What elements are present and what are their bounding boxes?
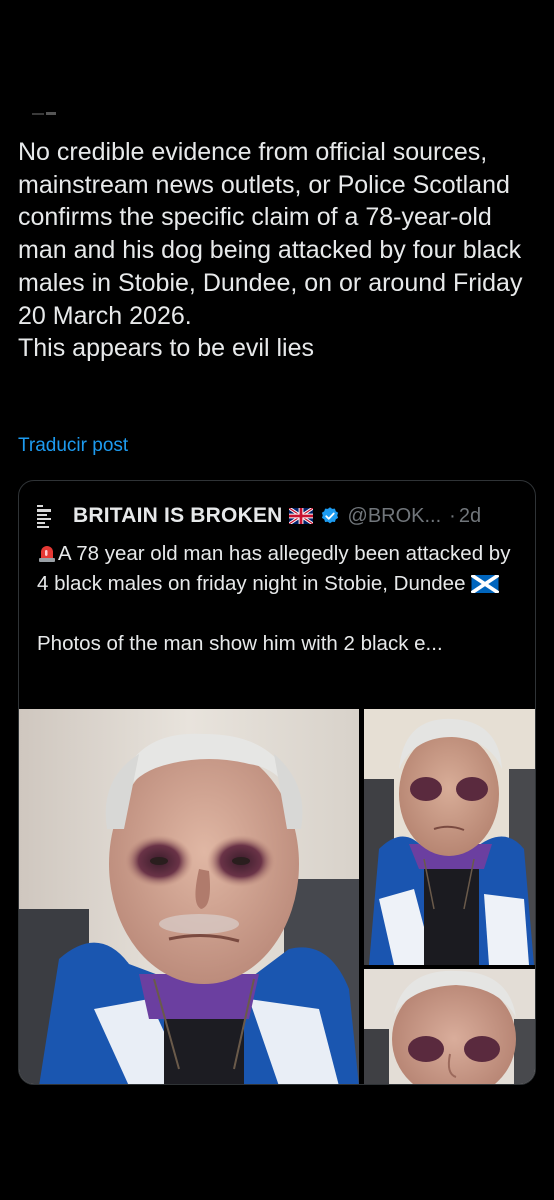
siren-emoji-icon [39,546,55,562]
tweet-view: No credible evidence from official sourc… [0,0,554,1200]
quoted-author-name[interactable]: BRITAIN IS BROKEN [73,504,283,528]
quoted-tweet-header: BRITAIN IS BROKEN @BROK... · 2d [37,503,481,529]
verified-badge-icon [321,507,338,524]
quoted-tweet-card[interactable]: BRITAIN IS BROKEN @BROK... · 2d A 78 yea… [18,480,536,1085]
newspaper-logo-icon[interactable] [37,502,55,530]
scotland-flag-icon [471,575,500,593]
separator-dot: · [449,504,456,527]
translate-post-link[interactable]: Traducir post [18,435,128,457]
post-paragraph: No credible evidence from official sourc… [18,138,523,330]
quoted-tweet-text: A 78 year old man has allegedly been att… [37,539,523,659]
quoted-author-handle[interactable]: @BROK... [348,505,442,528]
quoted-text-line: A 78 year old man has allegedly been att… [37,542,511,595]
photo-tertiary[interactable] [364,969,535,1084]
quoted-timestamp[interactable]: 2d [459,505,481,528]
media-grid [19,709,535,1084]
quoted-text-line: Photos of the man show him with 2 black … [37,632,443,655]
uk-flag-icon [288,508,313,524]
photo-main[interactable] [19,709,359,1084]
photo-secondary[interactable] [364,709,535,965]
post-paragraph: This appears to be evil lies [18,334,314,363]
cropped-header-fragment [32,112,56,115]
post-body: No credible evidence from official sourc… [18,136,538,365]
